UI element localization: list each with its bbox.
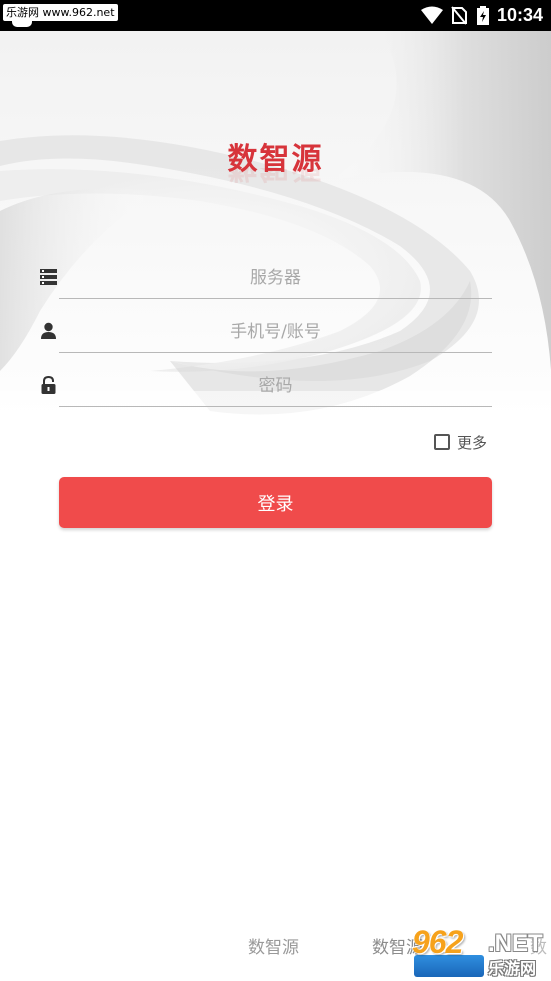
- notification-tag-tail: [12, 20, 32, 27]
- more-checkbox-box[interactable]: [434, 434, 450, 450]
- wifi-icon: [421, 6, 443, 24]
- app-logo-reflection: 数智源: [0, 168, 551, 192]
- account-input[interactable]: [59, 312, 492, 352]
- status-time: 10:34: [497, 5, 544, 25]
- server-icon: [40, 269, 57, 285]
- account-row: [0, 312, 551, 353]
- site-watermark: 962 .NET 乐游网: [412, 924, 549, 978]
- watermark-site-name: 乐游网: [488, 959, 537, 978]
- watermark-number: 962: [412, 924, 463, 960]
- watermark-suffix: .NET: [488, 930, 543, 957]
- password-input[interactable]: [59, 366, 492, 406]
- status-bar: 乐游网 www.962.net 10:34: [0, 0, 551, 31]
- login-button[interactable]: 登录: [59, 477, 492, 528]
- password-row: [0, 366, 551, 407]
- server-input[interactable]: [59, 258, 492, 298]
- account-underline: [59, 352, 492, 353]
- more-checkbox[interactable]: 更多: [434, 432, 487, 452]
- battery-charging-icon: [477, 6, 489, 25]
- password-underline: [59, 406, 492, 407]
- no-sim-icon: [451, 6, 467, 25]
- user-icon: [41, 322, 56, 339]
- server-row: [0, 258, 551, 299]
- lock-icon: [41, 376, 56, 394]
- status-watermark-tag: 乐游网 www.962.net: [3, 4, 118, 21]
- footer-brand-text: 数智源: [248, 938, 299, 958]
- more-label: 更多: [457, 433, 488, 452]
- server-underline: [59, 298, 492, 299]
